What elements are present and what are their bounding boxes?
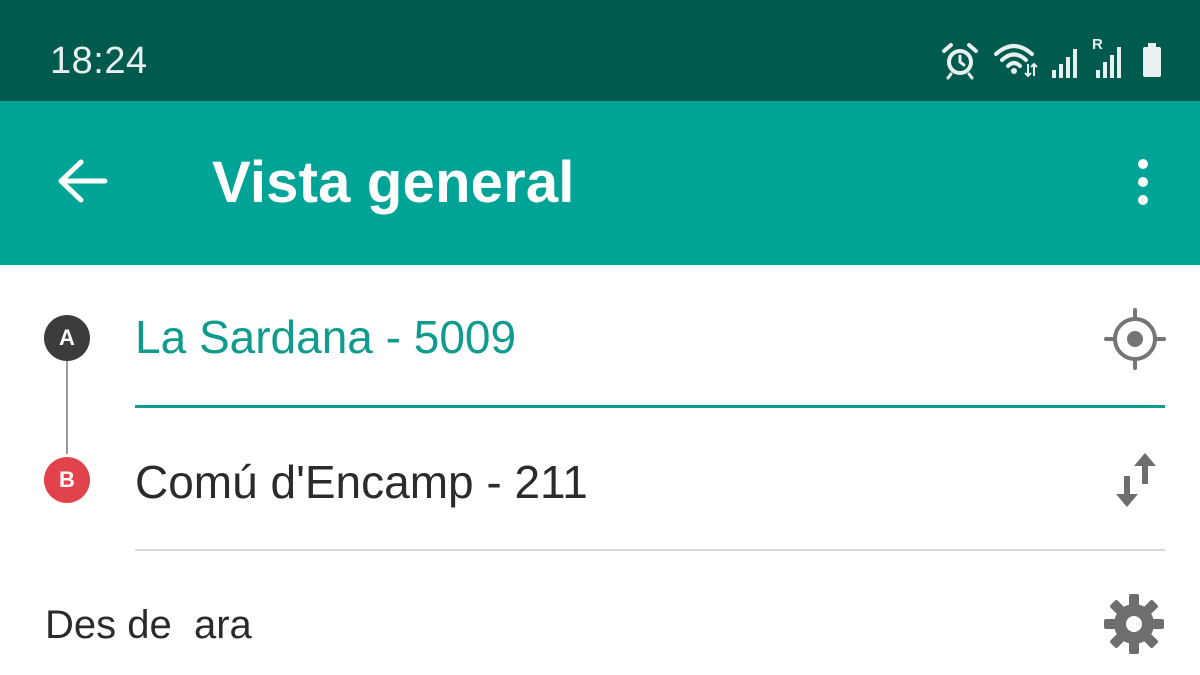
my-location-button[interactable]: [1104, 307, 1166, 375]
battery-icon: [1140, 40, 1164, 80]
wifi-icon: [992, 40, 1038, 80]
app-bar: Vista general: [0, 101, 1200, 265]
route-connector-line: [66, 358, 68, 454]
origin-marker: A: [44, 315, 90, 361]
arrow-left-icon: [55, 158, 109, 209]
origin-input[interactable]: La Sardana - 5009: [135, 310, 516, 364]
origin-input-underline: [135, 405, 1165, 408]
my-location-icon: [1104, 307, 1166, 375]
status-icons: R: [940, 36, 1164, 80]
back-button[interactable]: [46, 153, 118, 213]
page-title: Vista general: [212, 150, 575, 215]
more-vert-icon: [1135, 157, 1151, 212]
destination-input[interactable]: Comú d'Encamp - 211: [135, 455, 588, 509]
roaming-signal-icon: R: [1092, 36, 1128, 80]
signal-icon: [1050, 40, 1080, 80]
swap-vert-icon: [1111, 450, 1161, 515]
status-time: 18:24: [50, 40, 148, 82]
destination-marker: B: [44, 457, 90, 503]
alarm-icon: [940, 40, 980, 80]
settings-gear-icon: [1102, 592, 1166, 661]
destination-input-underline: [135, 549, 1165, 551]
settings-button[interactable]: [1100, 592, 1168, 660]
swap-route-button[interactable]: [1106, 450, 1166, 514]
status-bar: 18:24 R: [0, 0, 1200, 101]
departure-time-option[interactable]: Des de ara: [45, 603, 252, 648]
overflow-menu-button[interactable]: [1120, 149, 1166, 219]
